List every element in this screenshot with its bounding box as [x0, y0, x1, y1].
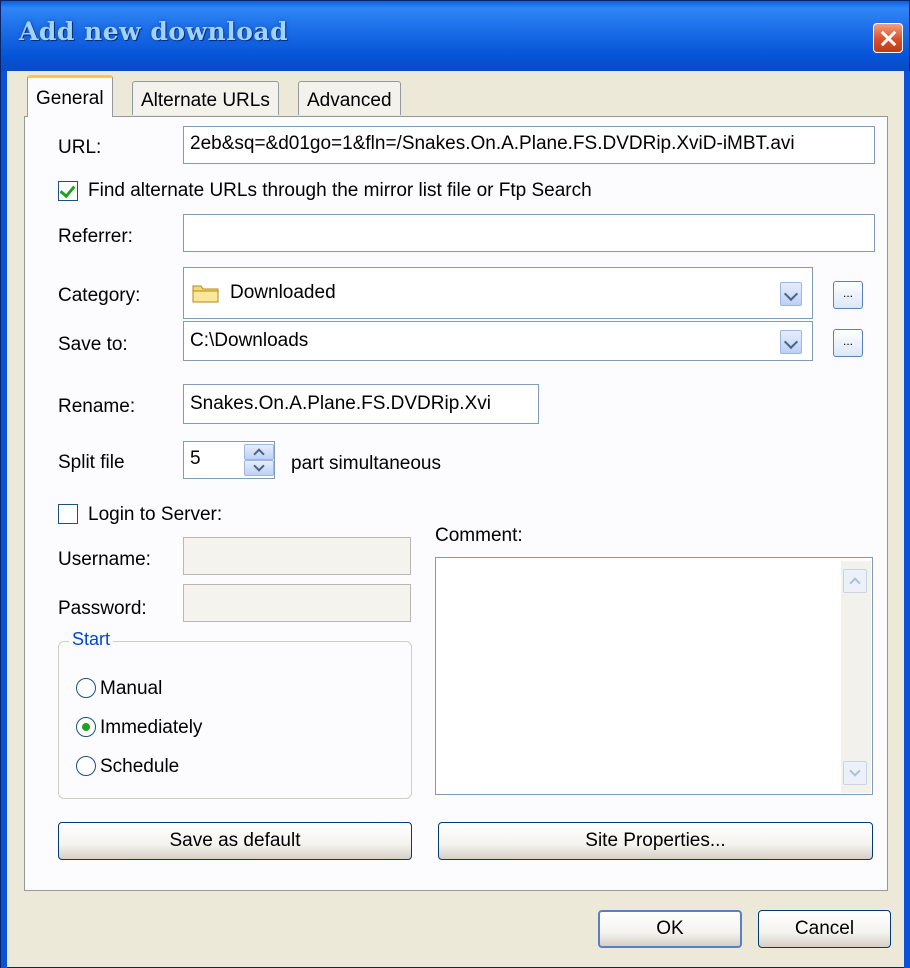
start-immediately-label: Immediately	[100, 717, 203, 738]
start-schedule-radio[interactable]	[76, 756, 96, 776]
login-to-server-label: Login to Server:	[88, 504, 223, 525]
save-as-default-button[interactable]: Save as default	[58, 822, 412, 860]
scroll-up-arrow-icon[interactable]	[843, 569, 867, 593]
save-as-default-label: Save as default	[169, 830, 301, 851]
category-label: Category:	[58, 285, 141, 306]
start-immediately-radio[interactable]	[76, 717, 96, 737]
username-input[interactable]	[183, 537, 411, 575]
add-download-dialog: Add new download General Alternate URLs …	[0, 0, 910, 968]
rename-input[interactable]: Snakes.On.A.Plane.FS.DVDRip.Xvi	[183, 384, 539, 424]
find-alternate-checkbox[interactable]	[58, 181, 78, 201]
start-manual-label: Manual	[100, 678, 163, 699]
close-icon[interactable]	[873, 23, 903, 53]
category-select[interactable]: Downloaded	[183, 267, 813, 319]
tab-alternate-urls[interactable]: Alternate URLs	[132, 81, 279, 115]
category-value: Downloaded	[230, 282, 336, 303]
spin-up-arrow-icon[interactable]	[244, 444, 274, 460]
title-bar[interactable]: Add new download	[1, 1, 909, 71]
site-properties-label: Site Properties...	[585, 830, 726, 851]
save-to-select[interactable]: C:\Downloads	[183, 321, 813, 361]
window-title: Add new download	[19, 17, 289, 46]
comment-textarea[interactable]	[435, 557, 873, 795]
cancel-button[interactable]: Cancel	[758, 910, 891, 948]
category-browse-label: ...	[842, 286, 853, 300]
rename-label: Rename:	[58, 396, 136, 417]
tab-general-label: General	[36, 88, 104, 109]
url-input[interactable]: 2eb&sq=&d01go=1&fln=/Snakes.On.A.Plane.F…	[183, 126, 875, 164]
split-file-label: Split file	[58, 452, 125, 473]
tab-advanced-label: Advanced	[307, 90, 392, 111]
start-manual-radio[interactable]	[76, 678, 96, 698]
referrer-input[interactable]	[183, 214, 875, 252]
save-to-browse-button[interactable]: ...	[833, 329, 863, 357]
save-to-dropdown-chevron-icon[interactable]	[780, 330, 802, 354]
url-label: URL:	[58, 137, 102, 158]
category-browse-button[interactable]: ...	[833, 281, 863, 309]
save-to-browse-label: ...	[842, 334, 853, 348]
login-to-server-checkbox[interactable]	[58, 504, 78, 524]
password-label: Password:	[58, 598, 147, 619]
radio-selected-dot	[82, 723, 90, 731]
tab-general[interactable]: General	[27, 75, 113, 117]
window-frame-left	[1, 71, 7, 968]
scroll-down-arrow-icon[interactable]	[843, 761, 867, 785]
split-file-suffix: part simultaneous	[291, 453, 441, 474]
start-schedule-label: Schedule	[100, 756, 180, 777]
comment-scrollbar[interactable]	[841, 561, 871, 793]
split-file-value: 5	[190, 448, 201, 469]
tab-alternate-urls-label: Alternate URLs	[141, 90, 270, 111]
referrer-label: Referrer:	[58, 226, 133, 247]
ok-button[interactable]: OK	[598, 910, 742, 948]
ok-label: OK	[656, 918, 684, 939]
comment-label: Comment:	[435, 525, 523, 546]
tab-advanced[interactable]: Advanced	[298, 81, 401, 115]
folder-icon	[192, 285, 219, 303]
start-group-title: Start	[69, 629, 114, 650]
window-frame-right	[904, 71, 910, 968]
save-to-label: Save to:	[58, 334, 128, 355]
save-to-value: C:\Downloads	[190, 330, 309, 351]
category-dropdown-chevron-icon[interactable]	[780, 282, 802, 306]
split-file-spinner[interactable]	[244, 444, 274, 476]
username-label: Username:	[58, 549, 151, 570]
cancel-label: Cancel	[794, 918, 855, 939]
site-properties-button[interactable]: Site Properties...	[438, 822, 873, 860]
checkmark-icon	[59, 181, 76, 199]
find-alternate-label: Find alternate URLs through the mirror l…	[88, 180, 592, 201]
spin-down-arrow-icon[interactable]	[244, 460, 274, 476]
password-input[interactable]	[183, 584, 411, 622]
